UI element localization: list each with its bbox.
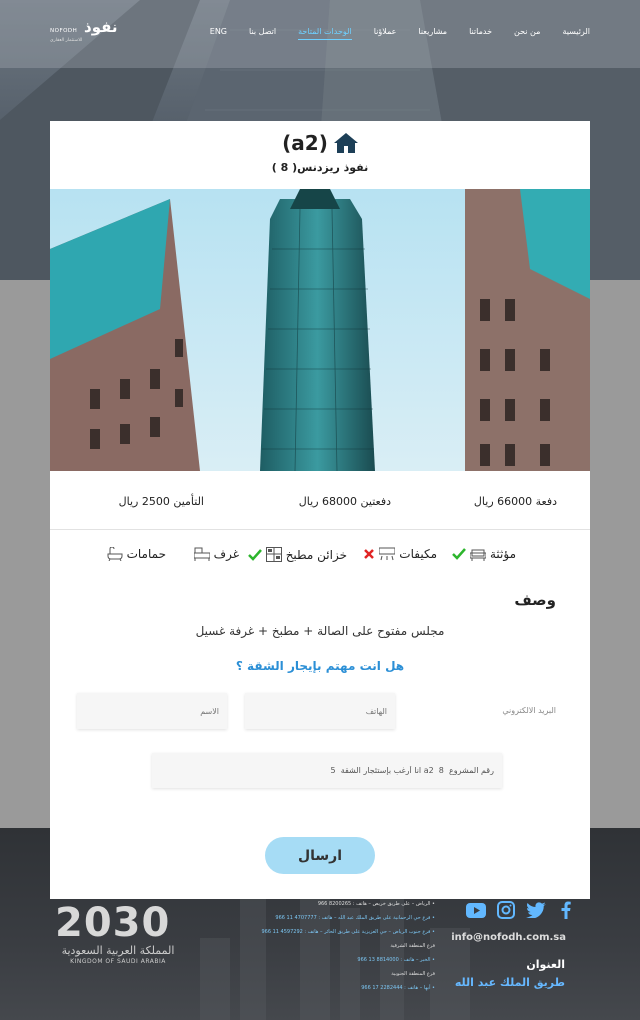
nav-about[interactable]: من نحن [514,27,540,40]
feature-furnished-label: مؤثثة [489,547,516,561]
footer-email[interactable]: info@nofodh.com.sa [451,932,566,943]
logo-tagline: للاستثمار العقاري [50,38,83,43]
price-insurance: التأمين 2500 ريال [118,495,204,508]
facebook-icon[interactable] [556,900,576,920]
bed-icon [193,547,210,561]
branch-item[interactable]: • أبها – هاتف : ‎966 17 2282444 [225,981,435,995]
nav-links: الرئيسية من نحن خدماتنا مشاريعنا عملاؤنا… [188,27,590,40]
unit-header: (a2) نفوذ ريزدنس( 8 ) [50,121,590,189]
message-field[interactable] [152,753,502,788]
unit-title: (a2) [50,131,590,155]
rental-interest-heading: هل انت مهتم بإيجار الشقة ؟ [235,659,405,673]
vision-number: 2030 [55,900,171,946]
feature-furnished: مؤثثة [452,547,516,561]
home-icon [333,133,358,153]
unit-photo [50,189,590,471]
branch-item: • الرياض – على طريق خريص – هاتف : ‎966 8… [317,901,435,907]
nav-available-units[interactable]: الوحدات المتاحة [298,27,352,40]
price-two-payments: دفعتين 68000 ريال [298,495,391,508]
unit-code: (a2) [282,131,328,155]
check-icon [452,548,466,560]
feature-ac: مكيفات [363,547,437,561]
branch-item[interactable]: • فرع جنوب الرياض – حي العزيزية على طريق… [225,925,435,939]
branch-region: فرع المنطقة الشرقية [390,943,435,949]
unit-prices: دفعة 66000 ريال دفعتين 68000 ريال التأمي… [50,471,590,530]
youtube-icon[interactable] [466,900,486,920]
description-text: مجلس مفتوح على الصالة + مطبخ + غرفة غسيل [195,624,445,638]
twitter-icon[interactable] [526,900,546,920]
nav-home[interactable]: الرئيسية [562,27,590,40]
vision-kingdom-en: KINGDOM OF SAUDI ARABIA [70,958,166,965]
bathtub-icon [107,547,123,561]
branch-item[interactable]: • فرع حي الرحمانية على طريق الملك عبد ال… [225,911,435,925]
unit-card: (a2) نفوذ ريزدنس( 8 ) دفعة 66000 ريال دف… [50,121,590,899]
phone-field[interactable] [245,693,395,729]
feature-bathrooms-label: حمامات [126,547,166,561]
feature-bathrooms: حمامات [107,547,166,561]
vision-kingdom-ar: المملكة العربية السعودية [61,944,175,957]
air-conditioner-icon [379,547,396,561]
branch-region: فرع المنطقة الجنوبية [391,971,435,977]
price-one-payment: دفعة 66000 ريال [473,495,557,508]
nav-clients[interactable]: عملاؤنا [374,27,397,40]
unit-features: مؤثثة مكيفات خزائن مطبخ غرف حمامات [50,547,590,569]
unit-project-name: نفوذ ريزدنس( 8 ) [271,161,369,174]
social-links [466,900,576,920]
branch-item[interactable]: • الخبر – هاتف : ‎966 13 8814000 [225,953,435,967]
kitchen-cabinet-icon [265,547,282,562]
vision-2030-logo: 2030 المملكة العربية السعودية KINGDOM OF… [55,900,185,968]
feature-kitchen-label: خزائن مطبخ [285,547,347,562]
nav-language-toggle[interactable]: ENG [210,27,227,40]
address-text[interactable]: طريق الملك عبد الله [455,976,565,989]
logo-arabic: نفوذ [84,18,118,36]
feature-rooms: غرف [193,547,239,561]
feature-rooms-label: غرف [213,547,239,561]
feature-kitchen-cabinets: خزائن مطبخ [247,547,347,562]
check-icon [247,548,262,561]
top-navbar: الرئيسية من نحن خدماتنا مشاريعنا عملاؤنا… [0,0,640,68]
instagram-icon[interactable] [496,900,516,920]
address-heading: العنوان [526,958,565,971]
email-field-label[interactable]: البريد الالكتروني [502,706,556,715]
branch-list: • الرياض – على طريق خريص – هاتف : ‎966 8… [225,897,435,995]
site-logo[interactable]: نفوذ NOFODH للاستثمار العقاري [50,18,130,48]
cross-icon [364,549,375,559]
nav-contact[interactable]: اتصل بنا [249,27,276,40]
description-heading: وصف [514,591,556,609]
submit-button[interactable]: ارسال [265,837,375,874]
logo-english: NOFODH [50,28,78,34]
nav-projects[interactable]: مشاريعنا [418,27,447,40]
feature-ac-label: مكيفات [399,547,437,561]
nav-services[interactable]: خدماتنا [469,27,492,40]
sofa-icon [469,549,486,561]
name-field[interactable] [77,693,227,729]
